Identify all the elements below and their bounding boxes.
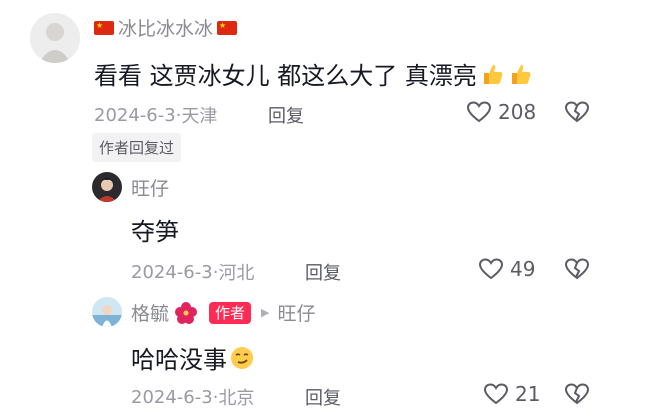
comment-meta: 2024-6-3 · 天津 [94,102,217,128]
username-text: 格毓 [131,303,170,325]
broken-heart-icon[interactable] [564,257,590,281]
avatar[interactable] [30,13,80,63]
reply-location: 北京 [218,388,255,409]
reply-text: 哈哈没事 [131,340,255,375]
broken-heart-icon[interactable] [564,100,590,124]
broken-heart-icon[interactable] [564,382,590,406]
like-count: 49 [510,257,536,281]
reply-button[interactable]: 回复 [305,384,341,410]
comment-date: 2024-6-3 [94,104,176,126]
china-flag-icon [217,20,238,35]
heart-icon [478,258,504,280]
heart-icon [466,101,492,123]
reply-arrow-icon: ▶ [261,306,270,319]
comment-location: 天津 [181,106,218,127]
comment-username[interactable]: 冰比冰水冰 [94,14,238,41]
thumbs-up-icon [483,64,503,84]
username-text: 冰比冰水冰 [118,18,214,40]
hibiscus-icon [175,301,198,324]
heart-icon [483,383,509,405]
thumbs-up-icon [511,64,531,84]
avatar[interactable] [92,172,122,202]
china-flag-icon [94,20,114,35]
like-button[interactable]: 49 [478,257,535,281]
like-count: 208 [498,100,537,124]
like-button[interactable]: 208 [466,100,536,124]
reply-button[interactable]: 回复 [305,259,341,285]
like-button[interactable]: 21 [483,382,540,406]
reply-username[interactable]: 旺仔 [131,174,169,201]
reply-meta: 2024-6-3 · 北京 [131,384,254,410]
author-replied-tag: 作者回复过 [92,133,182,162]
avatar[interactable] [92,297,122,327]
reply-date: 2024-6-3 [131,386,213,408]
reply-location: 河北 [218,263,255,284]
smirk-face-icon [231,346,253,369]
author-badge: 作者 [209,301,252,324]
comment-text: 看看 这贾冰女儿 都这么大了 真漂亮 [94,56,533,91]
reply-button[interactable]: 回复 [268,102,304,128]
reply-username[interactable]: 格毓 作者 ▶ 旺仔 [131,299,316,326]
reply-text: 夺笋 [131,218,179,246]
like-count: 21 [515,382,541,406]
reply-to-username[interactable]: 旺仔 [278,299,316,326]
reply-meta: 2024-6-3 · 河北 [131,259,254,285]
reply-date: 2024-6-3 [131,261,213,283]
